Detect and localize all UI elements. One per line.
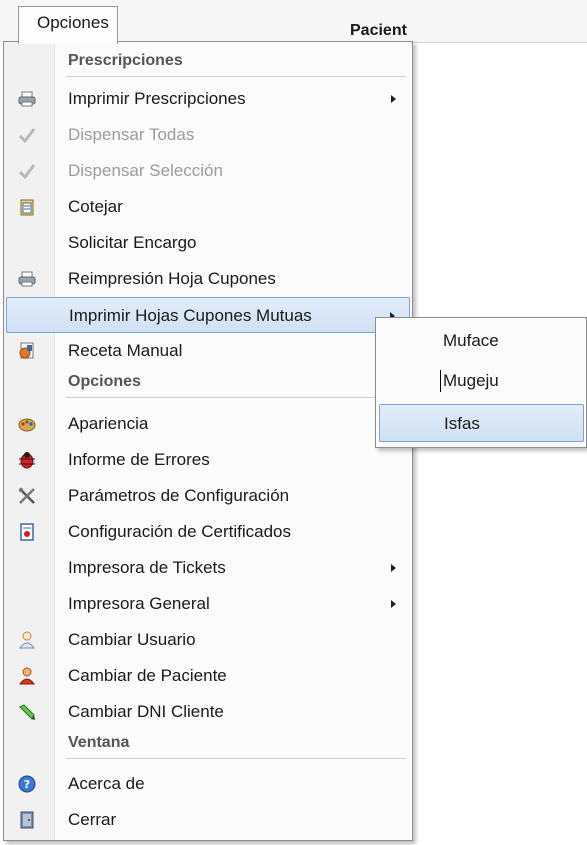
menu-item-label: Apariencia — [68, 414, 149, 433]
menu-item-label: Cerrar — [68, 810, 117, 829]
menu-item-cambiar-de-paciente[interactable]: Cambiar de Paciente — [6, 658, 410, 694]
menu-item-label: Impresora de Tickets — [68, 558, 226, 577]
submenu-item-label: Isfas — [444, 414, 480, 433]
help-icon: ? — [18, 775, 36, 793]
text-cursor — [440, 370, 441, 392]
menu-item-label: Impresora General — [68, 594, 210, 613]
menu-item-label: Solicitar Encargo — [68, 233, 197, 252]
submenu-item-label: Mugeju — [443, 371, 499, 390]
menu-item-impresora-general[interactable]: Impresora General — [6, 586, 410, 622]
submenu-item-muface[interactable]: Muface — [379, 322, 584, 360]
menu-item-label: Cotejar — [68, 197, 123, 216]
clipboard-icon — [20, 199, 34, 216]
menu-item-label: Configuración de Certificados — [68, 522, 292, 541]
menu-item-label: Imprimir Prescripciones — [68, 89, 246, 108]
menu-tab-opciones[interactable]: Opciones — [18, 6, 118, 44]
door-icon — [20, 811, 34, 829]
menu-item-imprimir-prescripciones[interactable]: Imprimir Prescripciones — [6, 81, 410, 117]
opciones-dropdown-menu: Prescripciones Imprimir Prescripciones D… — [3, 41, 413, 841]
menu-item-imprimir-hojas-cupones-mutuas[interactable]: Imprimir Hojas Cupones Mutuas — [6, 297, 410, 333]
menu-item-dispensar-seleccion[interactable]: Dispensar Selección — [6, 153, 410, 189]
section-header-label: Prescripciones — [68, 52, 183, 69]
mutuas-submenu: Muface Mugeju Isfas — [375, 317, 587, 448]
patient-icon — [19, 667, 35, 685]
section-header-opciones: Opciones — [6, 364, 410, 400]
svg-text:?: ? — [24, 778, 30, 791]
menu-item-cerrar[interactable]: Cerrar — [6, 802, 410, 838]
menu-item-cotejar[interactable]: Cotejar — [6, 189, 410, 225]
menu-item-label: Reimpresión Hoja Cupones — [68, 269, 276, 288]
user-outline-icon — [19, 631, 35, 649]
printer-icon — [18, 91, 36, 107]
menu-item-cambiar-usuario[interactable]: Cambiar Usuario — [6, 622, 410, 658]
menu-item-label: Dispensar Selección — [68, 161, 223, 180]
check-icon — [18, 128, 36, 144]
prescription-icon — [19, 342, 34, 359]
submenu-arrow-icon — [391, 95, 396, 103]
printer-icon — [18, 271, 36, 287]
menu-item-label: Acerca de — [68, 774, 145, 793]
submenu-arrow-icon — [391, 600, 396, 608]
certificate-icon — [20, 523, 34, 541]
menu-item-label: Dispensar Todas — [68, 125, 195, 144]
menu-item-label: Imprimir Hojas Cupones Mutuas — [69, 306, 312, 325]
palette-icon — [18, 418, 36, 432]
check-icon — [18, 164, 36, 180]
submenu-item-isfas[interactable]: Isfas — [379, 404, 584, 442]
submenu-arrow-icon — [391, 564, 396, 572]
tools-icon — [18, 487, 35, 504]
menu-item-label: Cambiar Usuario — [68, 630, 196, 649]
background-column-header: Pacient — [350, 22, 407, 39]
menu-item-apariencia[interactable]: Apariencia — [6, 406, 410, 442]
menu-item-configuracion-de-certificados[interactable]: Configuración de Certificados — [6, 514, 410, 550]
pencil-icon — [19, 704, 35, 720]
menu-item-label: Parámetros de Configuración — [68, 486, 290, 505]
section-header-prescripciones: Prescripciones — [6, 43, 410, 79]
menu-item-dispensar-todas[interactable]: Dispensar Todas — [6, 117, 410, 153]
menu-item-informe-de-errores[interactable]: Informe de Errores — [6, 442, 410, 478]
section-header-ventana: Ventana — [6, 725, 410, 761]
section-header-label: Opciones — [68, 373, 141, 390]
bug-icon — [19, 452, 35, 469]
submenu-item-label: Muface — [443, 331, 499, 350]
section-header-label: Ventana — [68, 734, 130, 751]
submenu-item-mugeju[interactable]: Mugeju — [379, 362, 584, 400]
menu-item-solicitar-encargo[interactable]: Solicitar Encargo — [6, 225, 410, 261]
menu-item-acerca-de[interactable]: ? Acerca de — [6, 766, 410, 802]
menu-item-label: Informe de Errores — [68, 450, 210, 469]
menu-item-impresora-de-tickets[interactable]: Impresora de Tickets — [6, 550, 410, 586]
menu-item-parametros-de-configuracion[interactable]: Parámetros de Configuración — [6, 478, 410, 514]
menu-item-reimpresion-hoja-cupones[interactable]: Reimpresión Hoja Cupones — [6, 261, 410, 297]
menu-item-label: Cambiar de Paciente — [68, 666, 227, 685]
